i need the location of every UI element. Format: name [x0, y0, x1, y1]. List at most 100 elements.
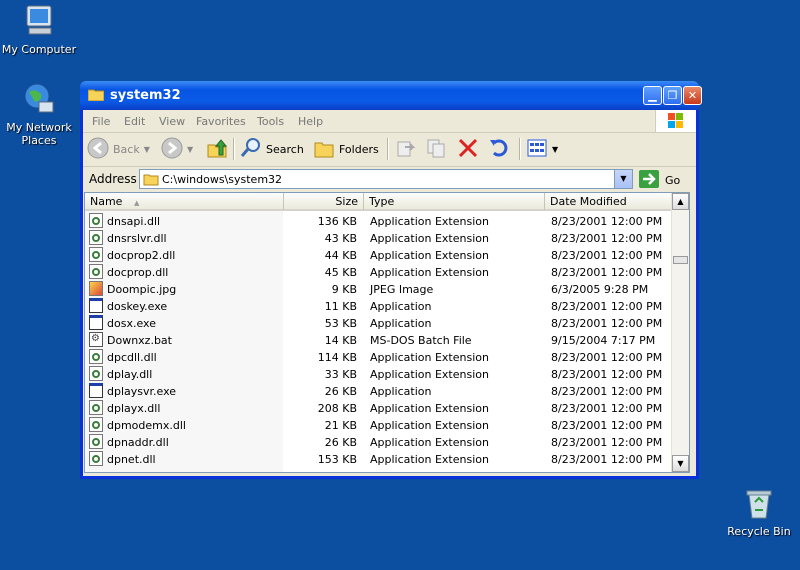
menu-bar: File Edit View Favorites Tools Help: [83, 110, 696, 133]
undo-icon: [488, 137, 510, 162]
menu-help[interactable]: Help: [298, 115, 323, 128]
search-button[interactable]: Search: [240, 137, 304, 161]
file-row[interactable]: doskey.exe 11 KB Application 8/23/2001 12:0…: [85, 298, 673, 315]
column-header-name[interactable]: Name ▲: [85, 193, 284, 211]
menu-file[interactable]: File: [92, 115, 110, 128]
file-name: dpnet.dll: [107, 453, 156, 466]
file-date: 8/23/2001 12:00 PM: [551, 215, 663, 228]
file-row[interactable]: dnsrslvr.dll 43 KB Application Extension 8/…: [85, 230, 673, 247]
folders-icon: [313, 137, 335, 162]
forward-arrow-icon: [161, 137, 183, 162]
up-folder-icon: [206, 137, 228, 162]
file-name: dnsapi.dll: [107, 215, 161, 228]
file-type: Application Extension: [370, 453, 489, 466]
scroll-up-button[interactable]: ▲: [672, 193, 689, 210]
file-name: dplay.dll: [107, 368, 153, 381]
dll-file-icon: [89, 366, 103, 381]
move-to-button[interactable]: [395, 137, 417, 161]
network-globe-icon: [21, 82, 57, 118]
file-size: 208 KB: [317, 402, 357, 415]
undo-button[interactable]: [488, 137, 510, 161]
file-date: 8/23/2001 12:00 PM: [551, 266, 663, 279]
folder-icon: [87, 88, 105, 102]
menu-tools[interactable]: Tools: [257, 115, 284, 128]
my-computer-icon[interactable]: My Computer: [0, 4, 82, 56]
dll-file-icon: [89, 417, 103, 432]
file-row[interactable]: Doompic.jpg 9 KB JPEG Image 6/3/2005 9:28 P…: [85, 281, 673, 298]
title-bar[interactable]: system32 ▁ ❐ ✕: [80, 81, 702, 110]
file-type: Application Extension: [370, 368, 489, 381]
file-row[interactable]: dpnet.dll 153 KB Application Extension 8/23…: [85, 451, 673, 468]
file-size: 153 KB: [317, 453, 357, 466]
back-button[interactable]: Back ▼: [87, 137, 150, 161]
column-header-date[interactable]: Date Modified: [545, 193, 673, 211]
minimize-button[interactable]: ▁: [643, 86, 662, 105]
file-row[interactable]: dplay.dll 33 KB Application Extension 8/23/…: [85, 366, 673, 383]
dll-file-icon: [89, 213, 103, 228]
delete-button[interactable]: [457, 137, 479, 161]
toolbar-separator: [519, 138, 521, 160]
file-size: 43 KB: [324, 232, 357, 245]
recycle-bin-label: Recycle Bin: [727, 525, 791, 538]
up-folder-button[interactable]: [206, 137, 228, 161]
file-date: 8/23/2001 12:00 PM: [551, 317, 663, 330]
back-label: Back: [113, 142, 140, 156]
recycle-bin-icon[interactable]: Recycle Bin: [716, 486, 800, 538]
exe-file-icon: [89, 383, 103, 398]
file-row[interactable]: docprop.dll 45 KB Application Extension 8/2…: [85, 264, 673, 281]
file-size: 44 KB: [324, 249, 357, 262]
back-dropdown-icon[interactable]: ▼: [144, 145, 150, 154]
scroll-up-arrow-icon: ▲: [677, 197, 684, 206]
folders-button[interactable]: Folders: [313, 137, 379, 161]
copy-to-button[interactable]: [425, 137, 447, 161]
file-row[interactable]: dpcdll.dll 114 KB Application Extension 8/2…: [85, 349, 673, 366]
file-row[interactable]: dplayx.dll 208 KB Application Extension 8/2…: [85, 400, 673, 417]
file-name: dplayx.dll: [107, 402, 161, 415]
file-type: Application Extension: [370, 266, 489, 279]
file-name: doskey.exe: [107, 300, 168, 313]
scroll-down-button[interactable]: ▼: [672, 455, 689, 472]
file-name: dpnaddr.dll: [107, 436, 169, 449]
back-arrow-icon: [87, 137, 109, 162]
my-computer-label: My Computer: [1, 43, 77, 56]
file-size: 136 KB: [317, 215, 357, 228]
scroll-thumb[interactable]: [673, 256, 688, 264]
forward-button[interactable]: ▼: [161, 137, 193, 161]
close-button[interactable]: ✕: [683, 86, 702, 105]
file-row[interactable]: Downxz.bat 14 KB MS-DOS Batch File 9/15/200…: [85, 332, 673, 349]
file-row[interactable]: dpmodemx.dll 21 KB Application Extension 8/…: [85, 417, 673, 434]
menu-edit[interactable]: Edit: [124, 115, 145, 128]
file-row[interactable]: dosx.exe 53 KB Application 8/23/2001 12:00 …: [85, 315, 673, 332]
address-folder-icon: [143, 172, 159, 189]
search-icon: [240, 137, 262, 162]
file-row[interactable]: docprop2.dll 44 KB Application Extension 8/…: [85, 247, 673, 264]
file-row[interactable]: dpnaddr.dll 26 KB Application Extension 8/2…: [85, 434, 673, 451]
file-size: 9 KB: [331, 283, 357, 296]
address-input[interactable]: C:\windows\system32 ▼: [139, 169, 633, 189]
menu-view[interactable]: View: [159, 115, 185, 128]
forward-dropdown-icon[interactable]: ▼: [187, 145, 193, 154]
menu-favorites[interactable]: Favorites: [196, 115, 246, 128]
my-network-places-icon[interactable]: My Network Places: [0, 82, 82, 147]
column-header-type[interactable]: Type: [364, 193, 545, 211]
go-button[interactable]: Go: [639, 170, 680, 191]
restore-button[interactable]: ❐: [663, 86, 682, 105]
file-size: 26 KB: [324, 436, 357, 449]
dll-file-icon: [89, 400, 103, 415]
vertical-scrollbar[interactable]: ▲ ▼: [671, 193, 689, 472]
recycle-bin-graphic: [741, 486, 777, 522]
address-label: Address: [89, 172, 137, 186]
file-row[interactable]: dplaysvr.exe 26 KB Application 8/23/2001 12…: [85, 383, 673, 400]
views-button[interactable]: ▼: [526, 137, 558, 161]
column-header-size[interactable]: Size: [284, 193, 364, 211]
file-name: dplaysvr.exe: [107, 385, 177, 398]
file-name: dnsrslvr.dll: [107, 232, 167, 245]
file-type: Application: [370, 385, 432, 398]
file-row[interactable]: dnsapi.dll 136 KB Application Extension 8/2…: [85, 213, 673, 230]
file-type: Application Extension: [370, 249, 489, 262]
address-dropdown-button[interactable]: ▼: [614, 170, 632, 188]
file-date: 8/23/2001 12:00 PM: [551, 351, 663, 364]
search-label: Search: [266, 142, 304, 156]
file-type: Application: [370, 317, 432, 330]
go-arrow-icon: [639, 170, 659, 191]
